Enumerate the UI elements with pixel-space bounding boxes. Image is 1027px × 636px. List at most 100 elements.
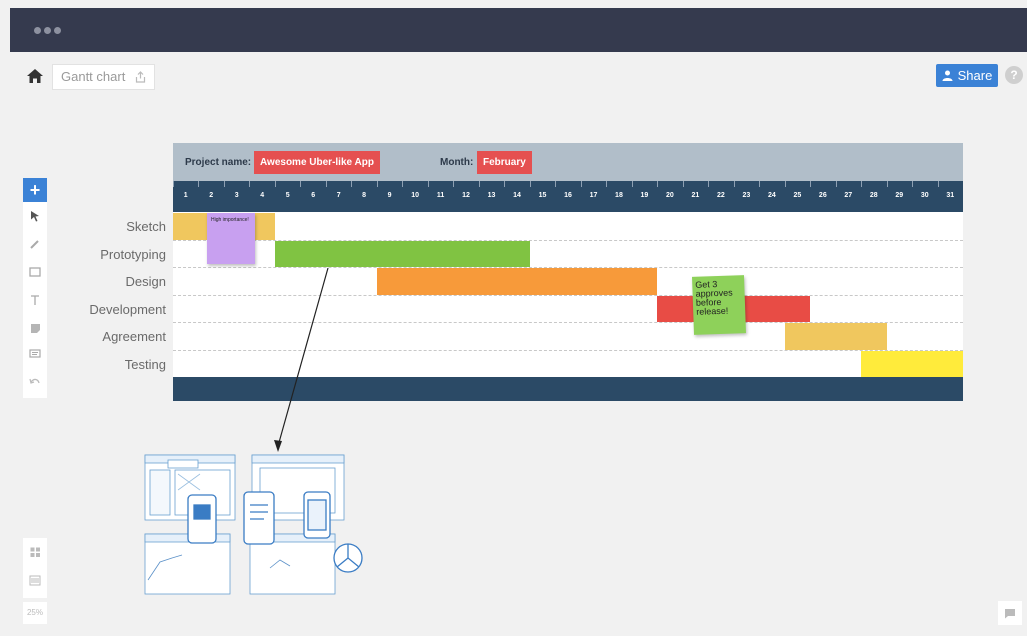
window-dot-icon[interactable] bbox=[34, 27, 41, 34]
day-tick bbox=[580, 181, 582, 187]
day-tick bbox=[529, 181, 531, 187]
sticky-note-icon[interactable] bbox=[23, 316, 47, 340]
day-tick bbox=[861, 181, 863, 187]
day-tick bbox=[682, 181, 684, 187]
row-label: Testing bbox=[124, 356, 166, 372]
share-button[interactable]: Share bbox=[936, 64, 998, 87]
day-tick bbox=[198, 181, 200, 187]
day-label: 10 bbox=[411, 192, 419, 199]
day-label: 7 bbox=[336, 192, 341, 199]
task-bar-testing[interactable] bbox=[861, 350, 963, 377]
add-icon[interactable]: + bbox=[23, 178, 47, 202]
wireframe-sketches-image[interactable] bbox=[140, 450, 380, 600]
sticky-note-high-importance[interactable]: High importance! bbox=[207, 213, 255, 264]
project-name-label: Project name: bbox=[185, 157, 252, 168]
day-label: 28 bbox=[869, 192, 878, 199]
day-label: 19 bbox=[640, 192, 649, 199]
day-tick bbox=[784, 181, 786, 187]
day-tick bbox=[810, 181, 812, 187]
day-label: 13 bbox=[487, 192, 496, 199]
day-label: 29 bbox=[895, 192, 904, 199]
document-title[interactable]: Gantt chart bbox=[52, 64, 156, 90]
row-label: Prototyping bbox=[100, 246, 166, 262]
pen-icon[interactable] bbox=[23, 232, 47, 256]
day-label: 16 bbox=[564, 192, 572, 199]
day-tick bbox=[606, 181, 608, 187]
day-label: 4 bbox=[260, 192, 265, 199]
day-label: 3 bbox=[234, 192, 239, 199]
window-dot-icon[interactable] bbox=[54, 27, 61, 34]
home-icon[interactable] bbox=[26, 68, 44, 84]
row-divider bbox=[173, 349, 963, 351]
share-label: Share bbox=[957, 68, 993, 83]
month-value[interactable]: February bbox=[477, 151, 532, 174]
day-label: 12 bbox=[462, 192, 470, 199]
day-label: 2 bbox=[209, 192, 214, 199]
day-tick bbox=[631, 181, 633, 187]
day-tick bbox=[376, 181, 378, 187]
user-icon bbox=[942, 70, 953, 81]
day-label: 21 bbox=[691, 192, 700, 199]
day-tick bbox=[274, 181, 276, 187]
bottom-left-toolbar bbox=[23, 538, 47, 598]
task-bar-agreement[interactable] bbox=[784, 323, 887, 350]
gantt-header: Project name: Awesome Uber-like App Mont… bbox=[173, 143, 963, 181]
grid-icon[interactable] bbox=[23, 540, 47, 564]
day-tick bbox=[733, 181, 735, 187]
row-label: Development bbox=[89, 301, 166, 317]
task-bar-design[interactable] bbox=[376, 268, 658, 295]
day-label: 22 bbox=[716, 192, 725, 199]
day-tick bbox=[937, 181, 939, 187]
frame-icon[interactable] bbox=[23, 568, 47, 592]
pointer-icon[interactable] bbox=[23, 204, 47, 228]
day-tick bbox=[351, 181, 353, 187]
day-label: 24 bbox=[767, 192, 776, 199]
comment-icon[interactable] bbox=[23, 342, 47, 366]
help-icon[interactable]: ? bbox=[1005, 66, 1023, 84]
day-label: 23 bbox=[742, 192, 751, 199]
day-tick bbox=[886, 181, 888, 187]
day-label: 17 bbox=[589, 192, 598, 199]
day-label: 15 bbox=[538, 192, 547, 199]
day-label: 30 bbox=[920, 192, 929, 199]
day-tick bbox=[478, 181, 480, 187]
chat-icon[interactable] bbox=[998, 601, 1022, 625]
day-tick bbox=[427, 181, 429, 187]
sticky-note-approvals[interactable]: Get 3 approves before release! bbox=[692, 275, 746, 335]
sticky-note-text: Get 3 approves before release! bbox=[695, 279, 733, 317]
day-label: 1 bbox=[183, 192, 188, 199]
task-bar-prototyping[interactable] bbox=[274, 240, 530, 267]
day-label: 27 bbox=[844, 192, 853, 199]
row-label: Design bbox=[125, 274, 166, 289]
day-label: 26 bbox=[818, 192, 827, 199]
undo-icon[interactable] bbox=[23, 370, 47, 394]
day-tick bbox=[657, 181, 659, 187]
window-titlebar bbox=[10, 8, 1027, 52]
window-dot-icon[interactable] bbox=[44, 27, 51, 34]
day-label: 6 bbox=[311, 192, 316, 199]
rectangle-icon[interactable] bbox=[23, 260, 47, 284]
left-toolbar: + bbox=[23, 178, 47, 398]
day-tick bbox=[249, 181, 251, 187]
month-label: Month: bbox=[440, 157, 474, 168]
export-icon[interactable] bbox=[135, 71, 146, 83]
day-label: 18 bbox=[615, 192, 623, 199]
day-label: 11 bbox=[436, 192, 445, 199]
day-tick bbox=[912, 181, 914, 187]
day-label: 14 bbox=[513, 192, 521, 199]
day-tick bbox=[173, 181, 174, 187]
zoom-level[interactable]: 25% bbox=[23, 602, 47, 624]
day-tick bbox=[759, 181, 761, 187]
day-tick bbox=[708, 181, 710, 187]
text-icon[interactable] bbox=[23, 288, 47, 312]
sticky-note-text: High importance! bbox=[211, 217, 249, 223]
day-tick bbox=[300, 181, 302, 187]
day-tick bbox=[835, 181, 837, 187]
day-label: 25 bbox=[793, 192, 802, 199]
day-label: 5 bbox=[285, 192, 290, 199]
row-label: Agreement bbox=[102, 329, 166, 344]
project-name-value[interactable]: Awesome Uber-like App bbox=[254, 151, 380, 174]
day-tick bbox=[555, 181, 557, 187]
gantt-footer bbox=[173, 377, 963, 401]
document-title-text[interactable]: Gantt chart bbox=[61, 65, 125, 89]
